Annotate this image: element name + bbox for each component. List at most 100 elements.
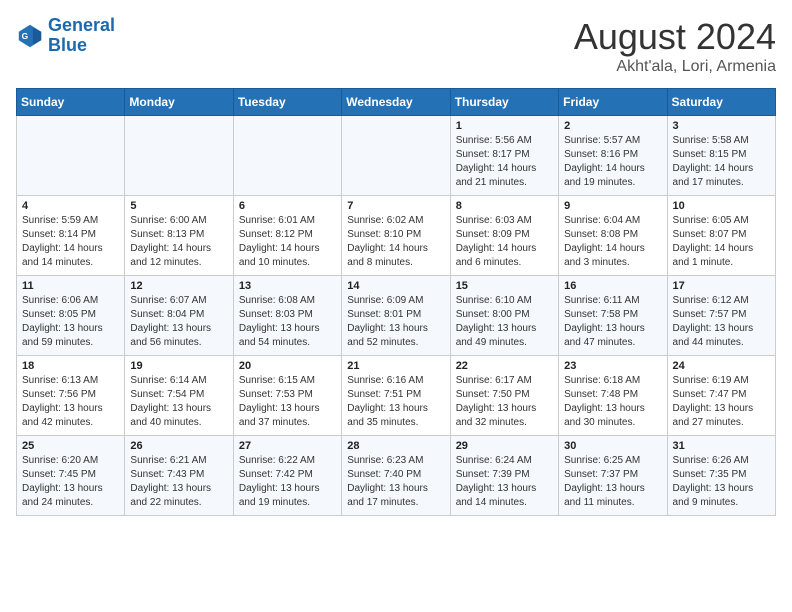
day-info: Sunrise: 6:13 AM Sunset: 7:56 PM Dayligh… bbox=[22, 374, 119, 430]
day-number: 31 bbox=[673, 440, 770, 452]
day-number: 17 bbox=[673, 280, 770, 292]
page-header: G GeneralBlue August 2024 Akht'ala, Lori… bbox=[16, 16, 776, 76]
day-cell: 13 Sunrise: 6:08 AM Sunset: 8:03 PM Dayli… bbox=[233, 276, 341, 356]
day-cell: 6 Sunrise: 6:01 AM Sunset: 8:12 PM Daylig… bbox=[233, 196, 341, 276]
day-cell: 17Sunrise: 6:12 AM Sunset: 7:57 PM Dayli… bbox=[667, 276, 775, 356]
day-number: 1 bbox=[456, 120, 553, 132]
day-cell bbox=[233, 116, 341, 196]
day-info: Sunrise: 6:06 AM Sunset: 8:05 PM Dayligh… bbox=[22, 294, 119, 350]
day-info: Sunrise: 6:09 AM Sunset: 8:01 PM Dayligh… bbox=[347, 294, 444, 350]
day-cell: 27 Sunrise: 6:22 AM Sunset: 7:42 PM Dayli… bbox=[233, 436, 341, 516]
day-info: Sunrise: 6:15 AM Sunset: 7:53 PM Dayligh… bbox=[239, 374, 336, 430]
day-info: Sunrise: 6:22 AM Sunset: 7:42 PM Dayligh… bbox=[239, 454, 336, 510]
day-number: 7 bbox=[347, 200, 444, 212]
day-cell: 20 Sunrise: 6:15 AM Sunset: 7:53 PM Dayli… bbox=[233, 356, 341, 436]
day-info: Sunrise: 6:05 AM Sunset: 8:07 PM Dayligh… bbox=[673, 214, 770, 270]
day-number: 4 bbox=[22, 200, 119, 212]
day-cell: 3Sunrise: 5:58 AM Sunset: 8:15 PM Daylig… bbox=[667, 116, 775, 196]
day-number: 12 bbox=[130, 280, 227, 292]
day-cell: 18 Sunrise: 6:13 AM Sunset: 7:56 PM Dayli… bbox=[17, 356, 125, 436]
day-number: 19 bbox=[130, 360, 227, 372]
day-number: 14 bbox=[347, 280, 444, 292]
day-cell: 1 Sunrise: 5:56 AM Sunset: 8:17 PM Daylig… bbox=[450, 116, 558, 196]
header-cell-friday: Friday bbox=[559, 89, 667, 116]
day-info: Sunrise: 6:07 AM Sunset: 8:04 PM Dayligh… bbox=[130, 294, 227, 350]
header-row: SundayMondayTuesdayWednesdayThursdayFrid… bbox=[17, 89, 776, 116]
day-info: Sunrise: 6:08 AM Sunset: 8:03 PM Dayligh… bbox=[239, 294, 336, 350]
day-cell: 31Sunrise: 6:26 AM Sunset: 7:35 PM Dayli… bbox=[667, 436, 775, 516]
day-cell: 22 Sunrise: 6:17 AM Sunset: 7:50 PM Dayli… bbox=[450, 356, 558, 436]
day-info: Sunrise: 5:56 AM Sunset: 8:17 PM Dayligh… bbox=[456, 134, 553, 190]
day-info: Sunrise: 6:18 AM Sunset: 7:48 PM Dayligh… bbox=[564, 374, 661, 430]
header-cell-monday: Monday bbox=[125, 89, 233, 116]
header-cell-thursday: Thursday bbox=[450, 89, 558, 116]
week-row-5: 25 Sunrise: 6:20 AM Sunset: 7:45 PM Dayli… bbox=[17, 436, 776, 516]
subtitle: Akht'ala, Lori, Armenia bbox=[574, 58, 776, 76]
day-cell bbox=[17, 116, 125, 196]
day-info: Sunrise: 6:04 AM Sunset: 8:08 PM Dayligh… bbox=[564, 214, 661, 270]
day-cell: 15Sunrise: 6:10 AM Sunset: 8:00 PM Dayli… bbox=[450, 276, 558, 356]
day-cell: 4Sunrise: 5:59 AM Sunset: 8:14 PM Daylig… bbox=[17, 196, 125, 276]
day-number: 20 bbox=[239, 360, 336, 372]
day-number: 23 bbox=[564, 360, 661, 372]
week-row-1: 1 Sunrise: 5:56 AM Sunset: 8:17 PM Daylig… bbox=[17, 116, 776, 196]
logo-icon: G bbox=[16, 22, 44, 50]
day-info: Sunrise: 6:19 AM Sunset: 7:47 PM Dayligh… bbox=[673, 374, 770, 430]
day-cell: 26Sunrise: 6:21 AM Sunset: 7:43 PM Dayli… bbox=[125, 436, 233, 516]
day-cell: 25 Sunrise: 6:20 AM Sunset: 7:45 PM Dayli… bbox=[17, 436, 125, 516]
day-cell: 10 Sunrise: 6:05 AM Sunset: 8:07 PM Dayli… bbox=[667, 196, 775, 276]
header-cell-saturday: Saturday bbox=[667, 89, 775, 116]
day-number: 5 bbox=[130, 200, 227, 212]
day-cell: 5 Sunrise: 6:00 AM Sunset: 8:13 PM Daylig… bbox=[125, 196, 233, 276]
header-cell-wednesday: Wednesday bbox=[342, 89, 450, 116]
day-number: 6 bbox=[239, 200, 336, 212]
day-number: 9 bbox=[564, 200, 661, 212]
day-cell: 21 Sunrise: 6:16 AM Sunset: 7:51 PM Dayli… bbox=[342, 356, 450, 436]
day-cell bbox=[125, 116, 233, 196]
day-info: Sunrise: 6:23 AM Sunset: 7:40 PM Dayligh… bbox=[347, 454, 444, 510]
day-cell: 2Sunrise: 5:57 AM Sunset: 8:16 PM Daylig… bbox=[559, 116, 667, 196]
day-number: 18 bbox=[22, 360, 119, 372]
day-cell: 8Sunrise: 6:03 AM Sunset: 8:09 PM Daylig… bbox=[450, 196, 558, 276]
day-number: 26 bbox=[130, 440, 227, 452]
day-number: 25 bbox=[22, 440, 119, 452]
day-cell: 11 Sunrise: 6:06 AM Sunset: 8:05 PM Dayli… bbox=[17, 276, 125, 356]
day-cell: 23 Sunrise: 6:18 AM Sunset: 7:48 PM Dayli… bbox=[559, 356, 667, 436]
logo-text: GeneralBlue bbox=[48, 16, 115, 56]
week-row-3: 11 Sunrise: 6:06 AM Sunset: 8:05 PM Dayli… bbox=[17, 276, 776, 356]
week-row-4: 18 Sunrise: 6:13 AM Sunset: 7:56 PM Dayli… bbox=[17, 356, 776, 436]
day-cell: 16 Sunrise: 6:11 AM Sunset: 7:58 PM Dayli… bbox=[559, 276, 667, 356]
day-cell: 29 Sunrise: 6:24 AM Sunset: 7:39 PM Dayli… bbox=[450, 436, 558, 516]
day-number: 27 bbox=[239, 440, 336, 452]
day-cell: 19Sunrise: 6:14 AM Sunset: 7:54 PM Dayli… bbox=[125, 356, 233, 436]
day-cell bbox=[342, 116, 450, 196]
day-number: 21 bbox=[347, 360, 444, 372]
day-info: Sunrise: 6:24 AM Sunset: 7:39 PM Dayligh… bbox=[456, 454, 553, 510]
day-number: 10 bbox=[673, 200, 770, 212]
day-info: Sunrise: 6:01 AM Sunset: 8:12 PM Dayligh… bbox=[239, 214, 336, 270]
day-cell: 12 Sunrise: 6:07 AM Sunset: 8:04 PM Dayli… bbox=[125, 276, 233, 356]
title-block: August 2024 Akht'ala, Lori, Armenia bbox=[574, 16, 776, 76]
day-cell: 30Sunrise: 6:25 AM Sunset: 7:37 PM Dayli… bbox=[559, 436, 667, 516]
header-cell-tuesday: Tuesday bbox=[233, 89, 341, 116]
day-number: 24 bbox=[673, 360, 770, 372]
day-number: 13 bbox=[239, 280, 336, 292]
day-info: Sunrise: 6:11 AM Sunset: 7:58 PM Dayligh… bbox=[564, 294, 661, 350]
day-info: Sunrise: 6:00 AM Sunset: 8:13 PM Dayligh… bbox=[130, 214, 227, 270]
day-cell: 7 Sunrise: 6:02 AM Sunset: 8:10 PM Daylig… bbox=[342, 196, 450, 276]
day-info: Sunrise: 6:02 AM Sunset: 8:10 PM Dayligh… bbox=[347, 214, 444, 270]
day-cell: 24 Sunrise: 6:19 AM Sunset: 7:47 PM Dayli… bbox=[667, 356, 775, 436]
day-number: 22 bbox=[456, 360, 553, 372]
day-info: Sunrise: 6:16 AM Sunset: 7:51 PM Dayligh… bbox=[347, 374, 444, 430]
day-info: Sunrise: 5:57 AM Sunset: 8:16 PM Dayligh… bbox=[564, 134, 661, 190]
svg-text:G: G bbox=[22, 31, 29, 41]
day-cell: 9 Sunrise: 6:04 AM Sunset: 8:08 PM Daylig… bbox=[559, 196, 667, 276]
day-number: 29 bbox=[456, 440, 553, 452]
day-number: 3 bbox=[673, 120, 770, 132]
day-number: 11 bbox=[22, 280, 119, 292]
day-cell: 28Sunrise: 6:23 AM Sunset: 7:40 PM Dayli… bbox=[342, 436, 450, 516]
week-row-2: 4Sunrise: 5:59 AM Sunset: 8:14 PM Daylig… bbox=[17, 196, 776, 276]
day-info: Sunrise: 6:17 AM Sunset: 7:50 PM Dayligh… bbox=[456, 374, 553, 430]
day-info: Sunrise: 6:20 AM Sunset: 7:45 PM Dayligh… bbox=[22, 454, 119, 510]
day-number: 16 bbox=[564, 280, 661, 292]
